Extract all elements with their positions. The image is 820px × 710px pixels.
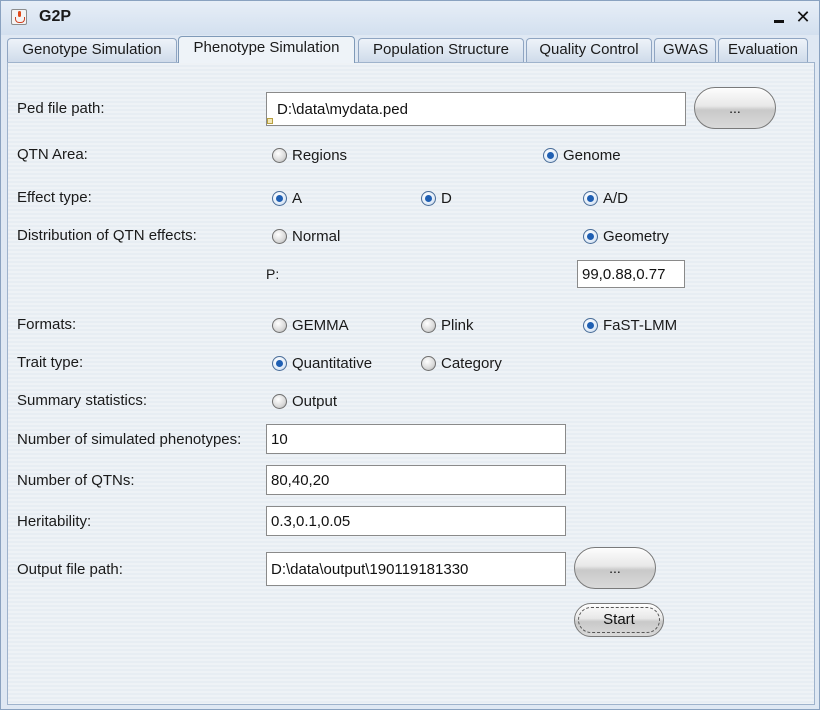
num-phenotypes-input[interactable]	[266, 424, 566, 454]
formats-label: Formats:	[17, 316, 77, 333]
radio-selected-icon	[421, 191, 436, 206]
tab-gwas[interactable]: GWAS	[654, 38, 716, 62]
p-input[interactable]	[577, 260, 685, 288]
tab-population-structure[interactable]: Population Structure	[358, 38, 524, 62]
output-browse-button[interactable]: ...	[574, 547, 656, 589]
output-path-input[interactable]	[266, 552, 566, 586]
tab-genotype-simulation[interactable]: Genotype Simulation	[7, 38, 177, 62]
num-phenotypes-label: Number of simulated phenotypes:	[17, 431, 242, 448]
heritability-label: Heritability:	[17, 513, 92, 530]
radio-label: Plink	[441, 317, 474, 334]
phenotype-simulation-panel: Ped file path: ... QTN Area: Regions Gen…	[7, 62, 815, 705]
summary-statistics-label: Summary statistics:	[17, 392, 148, 409]
radio-circle-icon	[272, 318, 287, 333]
radio-selected-icon	[583, 318, 598, 333]
start-button[interactable]: Start	[574, 603, 664, 637]
heritability-input[interactable]	[266, 506, 566, 536]
radio-label: Geometry	[603, 228, 669, 245]
radio-selected-icon	[583, 191, 598, 206]
app-window: G2P ✕ Genotype Simulation Phenotype Simu…	[0, 0, 820, 710]
tab-bar: Genotype Simulation Phenotype Simulation…	[7, 36, 815, 63]
radio-label: Normal	[292, 228, 341, 245]
java-cup-icon	[11, 9, 27, 25]
radio-circle-icon	[421, 318, 436, 333]
close-icon[interactable]: ✕	[793, 7, 813, 27]
field-corner-icon	[267, 118, 273, 124]
qtn-area-label: QTN Area:	[17, 146, 88, 163]
radio-selected-icon	[272, 191, 287, 206]
radio-label: Quantitative	[292, 355, 373, 372]
radio-circle-icon	[272, 229, 287, 244]
num-qtns-label: Number of QTNs:	[17, 472, 135, 489]
effect-type-label: Effect type:	[17, 189, 92, 206]
minimize-icon[interactable]	[769, 7, 789, 27]
start-label: Start	[603, 611, 635, 628]
radio-label: D	[441, 190, 452, 207]
num-qtns-input[interactable]	[266, 465, 566, 495]
radio-label: GEMMA	[292, 317, 349, 334]
output-path-label: Output file path:	[17, 561, 123, 578]
p-label: P:	[266, 266, 280, 282]
tab-phenotype-simulation[interactable]: Phenotype Simulation	[178, 36, 355, 63]
window-title: G2P	[39, 8, 72, 25]
distribution-label: Distribution of QTN effects:	[17, 227, 197, 244]
radio-label: FaST-LMM	[603, 317, 678, 334]
title-bar: G2P ✕	[1, 1, 819, 35]
radio-label: Category	[441, 355, 502, 372]
radio-label: Genome	[563, 147, 621, 164]
radio-selected-icon	[583, 229, 598, 244]
radio-circle-icon	[272, 148, 287, 163]
ped-file-input[interactable]	[266, 92, 686, 126]
radio-label: A	[292, 190, 303, 207]
trait-type-label: Trait type:	[17, 354, 84, 371]
radio-selected-icon	[272, 356, 287, 371]
tab-quality-control[interactable]: Quality Control	[526, 38, 652, 62]
ped-browse-button[interactable]: ...	[694, 87, 776, 129]
tab-evaluation[interactable]: Evaluation	[718, 38, 808, 62]
radio-circle-icon	[421, 356, 436, 371]
radio-label: Output	[292, 393, 338, 410]
radio-label: Regions	[292, 147, 348, 164]
radio-selected-icon	[543, 148, 558, 163]
ped-file-label: Ped file path:	[17, 100, 105, 117]
radio-circle-icon	[272, 394, 287, 409]
radio-label: A/D	[603, 190, 629, 207]
